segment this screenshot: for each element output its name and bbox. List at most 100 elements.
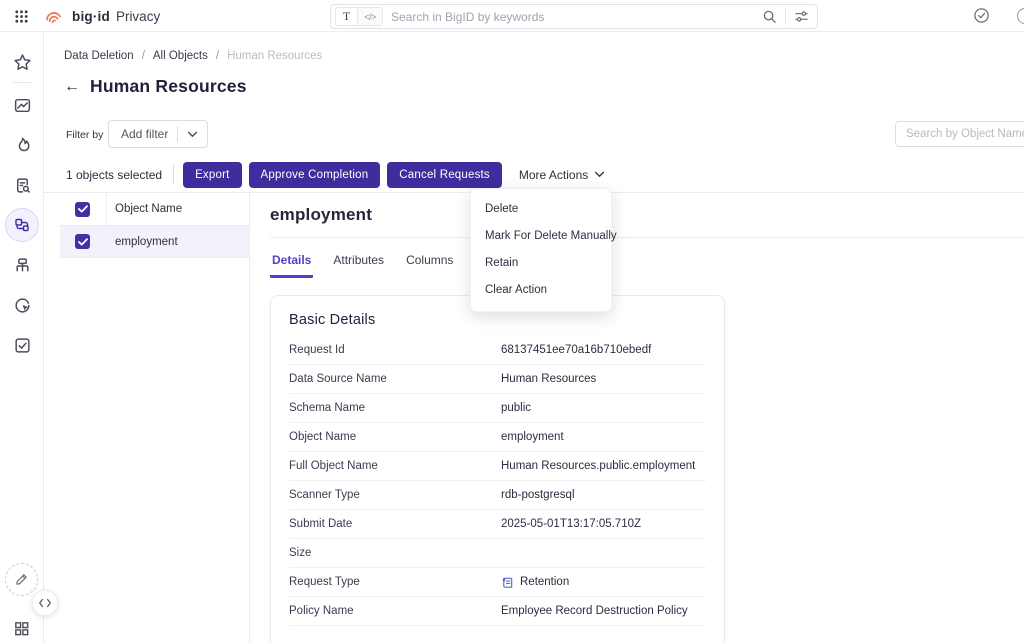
field-row-schema-name: Schema Name public: [289, 394, 706, 423]
detail-divider: [270, 237, 1024, 238]
field-row-request-type: Request Type Retention: [289, 568, 706, 597]
hierarchy-icon: [13, 256, 32, 275]
sidebar-item-tasks[interactable]: [0, 325, 44, 365]
sidebar-item-governance[interactable]: [0, 285, 44, 325]
global-search[interactable]: T </>: [330, 4, 818, 29]
row-checkbox[interactable]: [75, 234, 90, 249]
searchbar-divider: [785, 8, 786, 25]
field-value: Human Resources: [501, 373, 596, 385]
partial-avatar[interactable]: [1017, 8, 1024, 24]
search-icon[interactable]: [762, 9, 777, 24]
field-value: 2025-05-01T13:17:05.710Z: [501, 518, 641, 530]
request-type-value: Retention: [520, 576, 569, 588]
page-title: Human Resources: [90, 76, 247, 97]
field-row-object-name: Object Name employment: [289, 423, 706, 452]
field-row-submit-date: Submit Date 2025-05-01T13:17:05.710Z: [289, 510, 706, 539]
field-value: rdb-postgresql: [501, 489, 575, 501]
field-label: Scanner Type: [289, 489, 501, 501]
apps-grid-button[interactable]: [13, 620, 30, 637]
more-actions-label: More Actions: [519, 168, 588, 182]
active-nav-ring: [5, 208, 39, 242]
basic-details-card: Basic Details Request Id 68137451ee70a16…: [270, 295, 725, 643]
add-filter-button[interactable]: Add filter: [108, 120, 208, 148]
annotate-pencil-button[interactable]: [5, 563, 38, 596]
column-divider: [106, 193, 107, 225]
bigid-logo: [43, 6, 64, 27]
sidebar-item-risk[interactable]: [0, 125, 44, 165]
add-filter-divider: [177, 126, 178, 142]
sidebar-item-catalog[interactable]: [0, 165, 44, 205]
annotate-pencil-icon: [14, 572, 29, 587]
field-value: public: [501, 402, 531, 414]
rail-divider: [13, 82, 31, 83]
object-list-header: Object Name: [60, 193, 249, 226]
sidebar-item-data-deletion[interactable]: [0, 205, 44, 245]
brand-product: Privacy: [116, 9, 160, 24]
field-value: Employee Record Destruction Policy: [501, 605, 688, 617]
field-label: Request Type: [289, 576, 501, 588]
global-search-input[interactable]: [391, 10, 762, 24]
text-mode-icon[interactable]: T: [336, 7, 358, 26]
action-divider: [173, 165, 174, 185]
back-arrow-icon[interactable]: ←: [64, 79, 80, 95]
catalog-search-icon: [13, 176, 32, 195]
main-content: Data Deletion / All Objects / Human Reso…: [44, 32, 1024, 643]
chevron-down-icon[interactable]: [187, 131, 198, 138]
menu-item-delete[interactable]: Delete: [471, 196, 611, 223]
tab-columns[interactable]: Columns: [404, 251, 455, 278]
more-actions-menu: Delete Mark For Delete Manually Retain C…: [470, 188, 612, 312]
code-mode-icon[interactable]: </>: [358, 7, 382, 26]
checkbox-check-icon: [78, 238, 88, 246]
field-row-full-object-name: Full Object Name Human Resources.public.…: [289, 452, 706, 481]
favorites-star-icon: [13, 53, 32, 72]
menu-item-retain[interactable]: Retain: [471, 250, 611, 277]
data-deletion-icon: [13, 216, 31, 234]
dashboard-icon: [13, 96, 32, 115]
breadcrumb-data-deletion[interactable]: Data Deletion: [64, 50, 134, 62]
more-actions-button[interactable]: More Actions: [519, 168, 605, 182]
panel-collapse-handle[interactable]: [32, 590, 58, 616]
selection-summary: 1 objects selected: [66, 168, 162, 182]
advanced-search-icon[interactable]: [794, 9, 809, 24]
breadcrumb: Data Deletion / All Objects / Human Reso…: [64, 50, 322, 62]
object-row-label: employment: [115, 236, 178, 248]
add-filter-label: Add filter: [121, 127, 168, 141]
export-button[interactable]: Export: [183, 162, 241, 188]
field-label: Policy Name: [289, 605, 501, 617]
object-name-search-input[interactable]: [895, 121, 1024, 147]
field-value: 68137451ee70a16b710ebedf: [501, 344, 651, 356]
cancel-requests-button[interactable]: Cancel Requests: [387, 162, 502, 188]
title-row: ← Human Resources: [64, 76, 247, 97]
app-root: big·id Privacy T </>: [0, 0, 1024, 643]
field-row-request-id: Request Id 68137451ee70a16b710ebedf: [289, 336, 706, 365]
field-row-size: Size: [289, 539, 706, 568]
governance-cursor-icon: [13, 296, 32, 315]
tab-details[interactable]: Details: [270, 251, 313, 278]
breadcrumb-all-objects[interactable]: All Objects: [153, 50, 208, 62]
object-row-employment[interactable]: employment: [60, 226, 249, 258]
collapse-panel-icon: [38, 598, 52, 608]
topbar-left: big·id Privacy: [14, 0, 160, 32]
breadcrumb-separator: /: [216, 50, 219, 62]
sidebar-item-dashboard[interactable]: [0, 85, 44, 125]
field-label: Object Name: [289, 431, 501, 443]
tasks-square-icon: [13, 336, 32, 355]
app-grid-icon[interactable]: [14, 9, 29, 24]
field-row-data-source-name: Data Source Name Human Resources: [289, 365, 706, 394]
approve-completion-button[interactable]: Approve Completion: [249, 162, 381, 188]
object-name-column-header[interactable]: Object Name: [115, 203, 182, 215]
sidebar-item-hierarchy[interactable]: [0, 245, 44, 285]
field-row-policy-name: Policy Name Employee Record Destruction …: [289, 597, 706, 626]
tasks-check-icon[interactable]: [973, 7, 990, 24]
menu-item-mark-for-delete-manually[interactable]: Mark For Delete Manually: [471, 223, 611, 250]
sidebar-item-favorites[interactable]: [0, 44, 44, 80]
detail-panel: employment Details Attributes Columns Pr…: [250, 193, 1024, 643]
field-label: Size: [289, 547, 501, 559]
risk-flame-icon: [13, 136, 32, 155]
select-all-checkbox[interactable]: [75, 202, 90, 217]
brand-name: big·id: [72, 9, 110, 24]
scroll-icon: [501, 576, 514, 589]
tab-attributes[interactable]: Attributes: [331, 251, 386, 278]
breadcrumb-current: Human Resources: [227, 50, 322, 62]
menu-item-clear-action[interactable]: Clear Action: [471, 277, 611, 304]
